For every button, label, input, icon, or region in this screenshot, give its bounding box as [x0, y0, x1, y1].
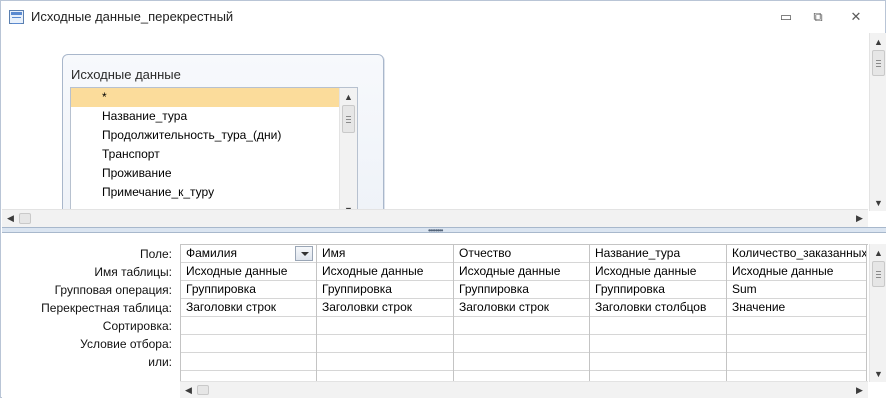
scroll-thumb[interactable] — [342, 105, 355, 133]
maximize-button[interactable]: ⧉ — [805, 7, 831, 27]
row-label-group: Групповая операция: — [54, 283, 172, 297]
scroll-down-arrow-icon[interactable]: ▼ — [870, 365, 886, 382]
grid-cell-table[interactable]: Исходные данные — [590, 263, 726, 281]
grid-cell-criteria[interactable] — [454, 335, 589, 353]
design-grid: Фамилия Исходные данные Группировка Заго… — [180, 244, 868, 381]
table-pane-horizontal-scrollbar[interactable]: ◀ ▶ — [2, 209, 868, 227]
scroll-thumb[interactable] — [872, 50, 885, 76]
minimize-button[interactable]: ▭ — [773, 7, 799, 27]
grid-cell-crosstab[interactable]: Значение — [727, 299, 866, 317]
design-grid-vertical-scrollbar[interactable]: ▲ ▼ — [869, 244, 886, 382]
table-pane-vertical-scrollbar[interactable]: ▲ ▼ — [869, 33, 886, 211]
splitter-grip[interactable]: •••••••• — [428, 227, 443, 235]
grid-cell-criteria[interactable] — [181, 335, 316, 353]
scroll-up-arrow-icon[interactable]: ▲ — [870, 33, 886, 50]
grid-cell-criteria[interactable] — [317, 335, 453, 353]
grid-cell-field[interactable]: Название_тура — [590, 245, 726, 263]
grid-cell-field[interactable]: Фамилия — [181, 245, 316, 263]
query-design-window: Исходные данные_перекрестный ▭ ⧉ ✕ Исход… — [0, 0, 886, 398]
grid-cell-field[interactable]: Имя — [317, 245, 453, 263]
grid-cell-table[interactable]: Исходные данные — [181, 263, 316, 281]
scroll-thumb[interactable] — [872, 261, 885, 287]
grid-cell-field[interactable]: Отчество — [454, 245, 589, 263]
row-label-table: Имя таблицы: — [94, 265, 172, 279]
field-list-window[interactable]: Исходные данные * Название_тура Продолжи… — [62, 54, 384, 226]
grid-cell-field[interactable]: Количество_заказанных — [727, 245, 866, 263]
query-window-icon — [9, 10, 24, 24]
scroll-right-arrow-icon[interactable]: ▶ — [851, 382, 868, 398]
dropdown-arrow-icon[interactable] — [295, 246, 313, 261]
field-list-item[interactable]: Транспорт — [71, 145, 339, 164]
grid-cell-criteria[interactable] — [727, 335, 866, 353]
grid-column-1[interactable]: Фамилия Исходные данные Группировка Заго… — [181, 245, 317, 381]
grid-cell-crosstab[interactable]: Заголовки строк — [181, 299, 316, 317]
grid-column-2[interactable]: Имя Исходные данные Группировка Заголовк… — [317, 245, 454, 381]
grid-cell-criteria[interactable] — [590, 335, 726, 353]
row-label-criteria: Условие отбора: — [80, 337, 172, 351]
row-label-field: Поле: — [139, 247, 172, 261]
grid-cell-crosstab[interactable]: Заголовки столбцов — [590, 299, 726, 317]
title-bar: Исходные данные_перекрестный ▭ ⧉ ✕ — [1, 1, 885, 33]
grid-cell-group[interactable]: Группировка — [317, 281, 453, 299]
pane-splitter[interactable]: •••••••• — [2, 227, 886, 235]
scroll-thumb[interactable] — [197, 385, 209, 395]
grid-cell-or[interactable] — [454, 353, 589, 371]
scroll-right-arrow-icon[interactable]: ▶ — [851, 210, 868, 227]
field-list-title: Исходные данные — [71, 67, 181, 82]
scroll-up-arrow-icon[interactable]: ▲ — [340, 88, 357, 105]
grid-cell-group[interactable]: Группировка — [181, 281, 316, 299]
grid-cell-crosstab[interactable]: Заголовки строк — [317, 299, 453, 317]
field-list-item[interactable]: Продолжительность_тура_(дни) — [71, 126, 339, 145]
grid-cell-sort[interactable] — [727, 317, 866, 335]
field-list-scrollbar[interactable]: ▲ ▼ — [339, 88, 357, 218]
design-grid-pane: Поле: Имя таблицы: Групповая операция: П… — [2, 234, 886, 398]
grid-cell-sort[interactable] — [181, 317, 316, 335]
grid-cell-crosstab[interactable]: Заголовки строк — [454, 299, 589, 317]
window-title: Исходные данные_перекрестный — [31, 9, 234, 24]
grid-cell-table[interactable]: Исходные данные — [727, 263, 866, 281]
close-button[interactable]: ✕ — [843, 7, 869, 27]
scroll-down-arrow-icon[interactable]: ▼ — [870, 194, 886, 211]
field-list-item[interactable]: Название_тура — [71, 107, 339, 126]
grid-cell-or[interactable] — [181, 353, 316, 371]
grid-column-5[interactable]: Количество_заказанных Исходные данные Su… — [727, 245, 867, 381]
grid-cell-table[interactable]: Исходные данные — [317, 263, 453, 281]
grid-column-3[interactable]: Отчество Исходные данные Группировка Заг… — [454, 245, 590, 381]
grid-cell-sort[interactable] — [454, 317, 589, 335]
grid-cell-or[interactable] — [590, 353, 726, 371]
scroll-left-arrow-icon[interactable]: ◀ — [180, 382, 197, 398]
field-list-item[interactable]: Проживание — [71, 164, 339, 183]
grid-cell-or[interactable] — [727, 353, 866, 371]
field-list-item[interactable]: * — [71, 88, 339, 107]
grid-cell-table[interactable]: Исходные данные — [454, 263, 589, 281]
field-list-item[interactable]: Примечание_к_туру — [71, 183, 339, 202]
table-pane: Исходные данные * Название_тура Продолжи… — [2, 33, 886, 243]
row-label-sort: Сортировка: — [102, 319, 172, 333]
design-grid-horizontal-scrollbar[interactable]: ◀ ▶ — [180, 381, 868, 398]
grid-cell-group[interactable]: Группировка — [590, 281, 726, 299]
scroll-left-arrow-icon[interactable]: ◀ — [2, 210, 19, 227]
scroll-up-arrow-icon[interactable]: ▲ — [870, 244, 886, 261]
grid-cell-group[interactable]: Sum — [727, 281, 866, 299]
row-label-or: или: — [148, 355, 172, 369]
grid-cell-sort[interactable] — [317, 317, 453, 335]
row-label-crosstab: Перекрестная таблица: — [41, 301, 172, 315]
field-list[interactable]: * Название_тура Продолжительность_тура_(… — [70, 87, 358, 219]
grid-column-4[interactable]: Название_тура Исходные данные Группировк… — [590, 245, 727, 381]
scroll-thumb[interactable] — [19, 213, 31, 224]
grid-cell-sort[interactable] — [590, 317, 726, 335]
grid-cell-group[interactable]: Группировка — [454, 281, 589, 299]
grid-cell-or[interactable] — [317, 353, 453, 371]
